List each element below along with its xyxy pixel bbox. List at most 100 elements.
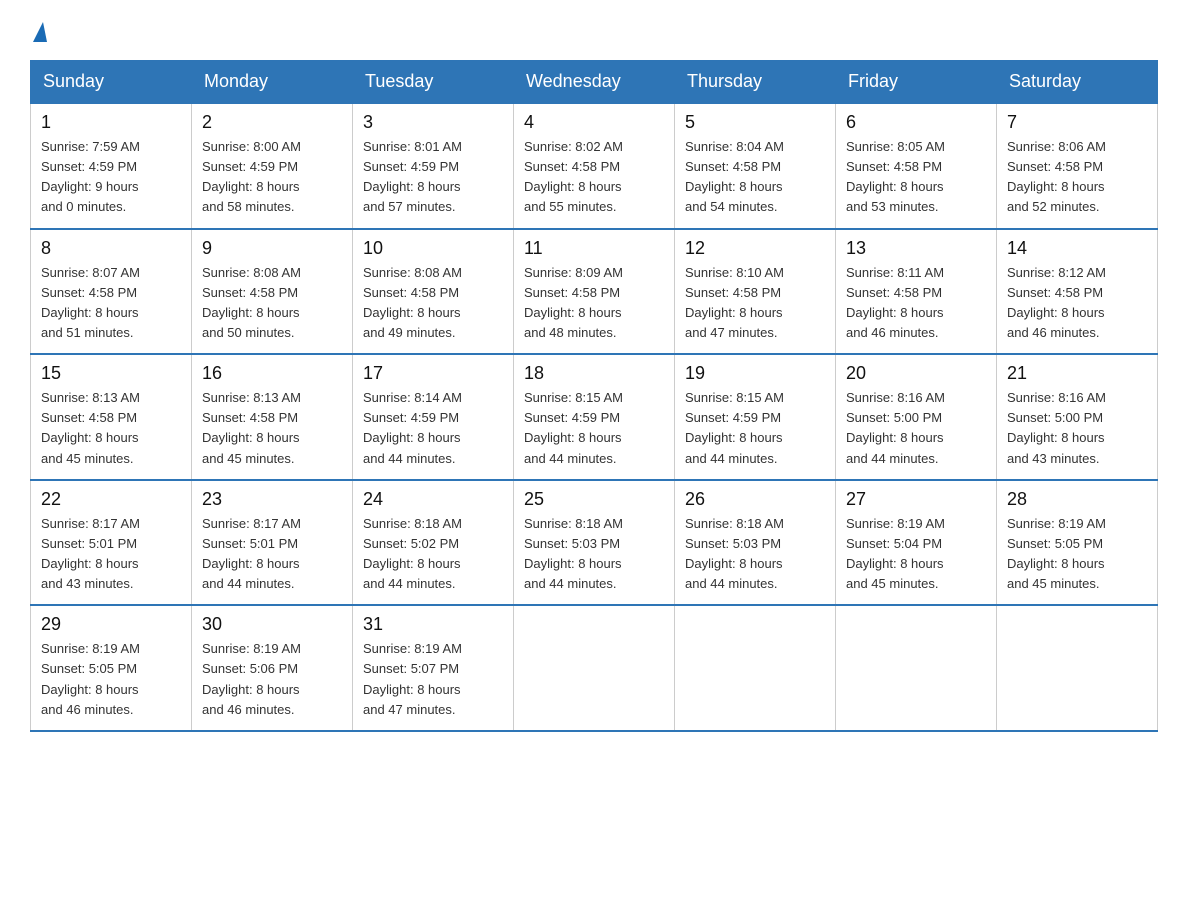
day-number: 9 [202, 238, 342, 259]
day-info: Sunrise: 8:19 AMSunset: 5:05 PMDaylight:… [41, 639, 181, 720]
day-info: Sunrise: 8:13 AMSunset: 4:58 PMDaylight:… [41, 388, 181, 469]
day-info: Sunrise: 8:04 AMSunset: 4:58 PMDaylight:… [685, 137, 825, 218]
day-number: 19 [685, 363, 825, 384]
calendar-cell: 28 Sunrise: 8:19 AMSunset: 5:05 PMDayligh… [997, 480, 1158, 606]
calendar-cell: 11 Sunrise: 8:09 AMSunset: 4:58 PMDayligh… [514, 229, 675, 355]
calendar-week-row: 22 Sunrise: 8:17 AMSunset: 5:01 PMDayligh… [31, 480, 1158, 606]
day-info: Sunrise: 8:01 AMSunset: 4:59 PMDaylight:… [363, 137, 503, 218]
calendar-cell: 2 Sunrise: 8:00 AMSunset: 4:59 PMDaylight… [192, 103, 353, 229]
day-number: 28 [1007, 489, 1147, 510]
day-info: Sunrise: 8:00 AMSunset: 4:59 PMDaylight:… [202, 137, 342, 218]
day-number: 3 [363, 112, 503, 133]
calendar-cell: 15 Sunrise: 8:13 AMSunset: 4:58 PMDayligh… [31, 354, 192, 480]
day-number: 23 [202, 489, 342, 510]
day-number: 11 [524, 238, 664, 259]
calendar-cell: 13 Sunrise: 8:11 AMSunset: 4:58 PMDayligh… [836, 229, 997, 355]
weekday-header-thursday: Thursday [675, 61, 836, 104]
day-info: Sunrise: 8:06 AMSunset: 4:58 PMDaylight:… [1007, 137, 1147, 218]
logo [30, 20, 47, 40]
day-number: 8 [41, 238, 181, 259]
day-info: Sunrise: 8:18 AMSunset: 5:02 PMDaylight:… [363, 514, 503, 595]
day-number: 30 [202, 614, 342, 635]
day-number: 16 [202, 363, 342, 384]
day-number: 24 [363, 489, 503, 510]
day-info: Sunrise: 8:18 AMSunset: 5:03 PMDaylight:… [685, 514, 825, 595]
day-number: 4 [524, 112, 664, 133]
day-info: Sunrise: 8:09 AMSunset: 4:58 PMDaylight:… [524, 263, 664, 344]
day-number: 20 [846, 363, 986, 384]
day-info: Sunrise: 8:15 AMSunset: 4:59 PMDaylight:… [524, 388, 664, 469]
day-number: 6 [846, 112, 986, 133]
weekday-header-tuesday: Tuesday [353, 61, 514, 104]
day-number: 5 [685, 112, 825, 133]
calendar-cell [675, 605, 836, 731]
calendar-cell [836, 605, 997, 731]
day-info: Sunrise: 7:59 AMSunset: 4:59 PMDaylight:… [41, 137, 181, 218]
day-info: Sunrise: 8:10 AMSunset: 4:58 PMDaylight:… [685, 263, 825, 344]
weekday-header-monday: Monday [192, 61, 353, 104]
day-info: Sunrise: 8:16 AMSunset: 5:00 PMDaylight:… [846, 388, 986, 469]
calendar-table: SundayMondayTuesdayWednesdayThursdayFrid… [30, 60, 1158, 732]
day-info: Sunrise: 8:05 AMSunset: 4:58 PMDaylight:… [846, 137, 986, 218]
day-info: Sunrise: 8:14 AMSunset: 4:59 PMDaylight:… [363, 388, 503, 469]
calendar-cell [514, 605, 675, 731]
calendar-cell: 8Sunrise: 8:07 AMSunset: 4:58 PMDaylight… [31, 229, 192, 355]
calendar-cell: 23 Sunrise: 8:17 AMSunset: 5:01 PMDayligh… [192, 480, 353, 606]
calendar-cell: 10Sunrise: 8:08 AMSunset: 4:58 PMDayligh… [353, 229, 514, 355]
day-number: 31 [363, 614, 503, 635]
calendar-cell: 19Sunrise: 8:15 AMSunset: 4:59 PMDayligh… [675, 354, 836, 480]
calendar-cell: 30 Sunrise: 8:19 AMSunset: 5:06 PMDayligh… [192, 605, 353, 731]
calendar-cell: 26 Sunrise: 8:18 AMSunset: 5:03 PMDayligh… [675, 480, 836, 606]
day-info: Sunrise: 8:11 AMSunset: 4:58 PMDaylight:… [846, 263, 986, 344]
weekday-header-friday: Friday [836, 61, 997, 104]
day-info: Sunrise: 8:19 AMSunset: 5:07 PMDaylight:… [363, 639, 503, 720]
day-number: 15 [41, 363, 181, 384]
day-number: 2 [202, 112, 342, 133]
day-info: Sunrise: 8:17 AMSunset: 5:01 PMDaylight:… [202, 514, 342, 595]
calendar-cell: 17 Sunrise: 8:14 AMSunset: 4:59 PMDayligh… [353, 354, 514, 480]
day-number: 1 [41, 112, 181, 133]
day-info: Sunrise: 8:08 AMSunset: 4:58 PMDaylight:… [363, 263, 503, 344]
day-info: Sunrise: 8:17 AMSunset: 5:01 PMDaylight:… [41, 514, 181, 595]
calendar-cell: 5 Sunrise: 8:04 AMSunset: 4:58 PMDaylight… [675, 103, 836, 229]
calendar-cell: 20 Sunrise: 8:16 AMSunset: 5:00 PMDayligh… [836, 354, 997, 480]
day-info: Sunrise: 8:18 AMSunset: 5:03 PMDaylight:… [524, 514, 664, 595]
page-header [30, 20, 1158, 40]
day-number: 21 [1007, 363, 1147, 384]
day-info: Sunrise: 8:19 AMSunset: 5:06 PMDaylight:… [202, 639, 342, 720]
day-number: 22 [41, 489, 181, 510]
day-number: 29 [41, 614, 181, 635]
calendar-cell: 29 Sunrise: 8:19 AMSunset: 5:05 PMDayligh… [31, 605, 192, 731]
weekday-header-row: SundayMondayTuesdayWednesdayThursdayFrid… [31, 61, 1158, 104]
day-info: Sunrise: 8:19 AMSunset: 5:04 PMDaylight:… [846, 514, 986, 595]
day-info: Sunrise: 8:12 AMSunset: 4:58 PMDaylight:… [1007, 263, 1147, 344]
calendar-cell: 3 Sunrise: 8:01 AMSunset: 4:59 PMDaylight… [353, 103, 514, 229]
calendar-cell: 24 Sunrise: 8:18 AMSunset: 5:02 PMDayligh… [353, 480, 514, 606]
day-info: Sunrise: 8:16 AMSunset: 5:00 PMDaylight:… [1007, 388, 1147, 469]
calendar-week-row: 8Sunrise: 8:07 AMSunset: 4:58 PMDaylight… [31, 229, 1158, 355]
calendar-cell: 22 Sunrise: 8:17 AMSunset: 5:01 PMDayligh… [31, 480, 192, 606]
calendar-cell: 25 Sunrise: 8:18 AMSunset: 5:03 PMDayligh… [514, 480, 675, 606]
day-info: Sunrise: 8:08 AMSunset: 4:58 PMDaylight:… [202, 263, 342, 344]
calendar-cell: 6 Sunrise: 8:05 AMSunset: 4:58 PMDaylight… [836, 103, 997, 229]
calendar-cell: 4Sunrise: 8:02 AMSunset: 4:58 PMDaylight… [514, 103, 675, 229]
day-number: 25 [524, 489, 664, 510]
weekday-header-saturday: Saturday [997, 61, 1158, 104]
day-number: 14 [1007, 238, 1147, 259]
calendar-cell: 9 Sunrise: 8:08 AMSunset: 4:58 PMDaylight… [192, 229, 353, 355]
day-number: 13 [846, 238, 986, 259]
calendar-cell: 14 Sunrise: 8:12 AMSunset: 4:58 PMDayligh… [997, 229, 1158, 355]
day-info: Sunrise: 8:19 AMSunset: 5:05 PMDaylight:… [1007, 514, 1147, 595]
day-number: 12 [685, 238, 825, 259]
calendar-cell: 27 Sunrise: 8:19 AMSunset: 5:04 PMDayligh… [836, 480, 997, 606]
calendar-cell: 12 Sunrise: 8:10 AMSunset: 4:58 PMDayligh… [675, 229, 836, 355]
day-number: 26 [685, 489, 825, 510]
logo-triangle-icon [33, 22, 47, 42]
day-number: 17 [363, 363, 503, 384]
calendar-cell: 1 Sunrise: 7:59 AMSunset: 4:59 PMDaylight… [31, 103, 192, 229]
calendar-cell: 18 Sunrise: 8:15 AMSunset: 4:59 PMDayligh… [514, 354, 675, 480]
day-number: 18 [524, 363, 664, 384]
day-number: 27 [846, 489, 986, 510]
weekday-header-wednesday: Wednesday [514, 61, 675, 104]
calendar-cell [997, 605, 1158, 731]
